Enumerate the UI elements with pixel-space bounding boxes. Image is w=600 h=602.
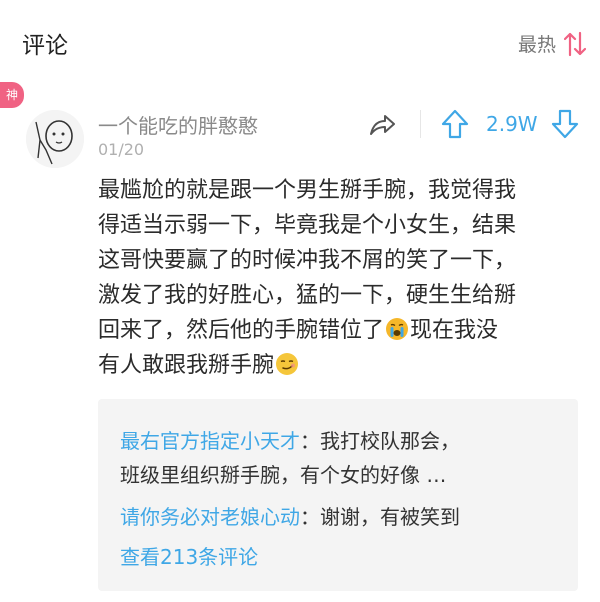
avatar-drawing-icon: [26, 110, 84, 168]
reply-item-continuation: 班级里组织掰手腕，有个女的好像 …: [120, 463, 447, 487]
replies-preview[interactable]: 最右官方指定小天才：我打校队那会， 班级里组织掰手腕，有个女的好像 … 请你务必…: [98, 399, 578, 591]
page-title: 评论: [22, 33, 68, 59]
crying-emoji-icon: [386, 318, 409, 340]
sort-label: 最热: [517, 34, 556, 56]
comment-line: 回来了，然后他的手腕错位了 现在我没: [98, 313, 588, 348]
sort-arrows-icon: [564, 31, 586, 56]
comment-line: 这哥快要赢了的时候冲我不屑的笑了一下，: [98, 248, 517, 273]
comment-line: 有人敢跟我掰手腕: [98, 348, 588, 383]
comment-line: 激发了我的好胜心，猛的一下，硬生生给掰: [98, 283, 517, 308]
reply-author[interactable]: 请你务必对老娘心动: [120, 505, 300, 529]
reply-separator: ：: [300, 505, 320, 529]
reply-separator: ：: [300, 429, 320, 453]
downvote-icon[interactable]: [550, 108, 580, 140]
vote-count: 2.9W: [486, 112, 538, 136]
avatar[interactable]: [26, 110, 84, 168]
comment-segment: 回来了，然后他的手腕错位了: [98, 318, 385, 343]
reply-text: 谢谢，有被笑到: [320, 505, 460, 529]
god-comment-badge: 神: [0, 82, 24, 108]
upvote-icon[interactable]: [440, 108, 470, 140]
reply-text: 我打校队那会，: [320, 429, 460, 453]
username[interactable]: 一个能吃的胖憨憨: [98, 110, 258, 139]
action-divider: [420, 110, 421, 138]
smirk-emoji-icon: [276, 353, 299, 375]
comment-line: 得适当示弱一下，毕竟我是个小女生，结果: [98, 213, 517, 238]
reply-item[interactable]: 最右官方指定小天才：我打校队那会，: [120, 425, 460, 454]
comment-segment: 有人敢跟我掰手腕: [98, 353, 275, 378]
view-more-replies-link[interactable]: 查看213条评论: [120, 541, 258, 570]
reply-author[interactable]: 最右官方指定小天才: [120, 429, 300, 453]
comment-line: 最尴尬的就是跟一个男生掰手腕，我觉得我: [98, 178, 517, 203]
share-icon[interactable]: [367, 110, 397, 140]
comment-text: 最尴尬的就是跟一个男生掰手腕，我觉得我 得适当示弱一下，毕竟我是个小女生，结果 …: [98, 173, 588, 383]
reply-item[interactable]: 请你务必对老娘心动：谢谢，有被笑到: [120, 501, 460, 530]
sort-toggle[interactable]: 最热: [518, 30, 586, 57]
comment-segment: 现在我没: [410, 318, 499, 343]
comment-date: 01/20: [98, 140, 145, 159]
comments-header: 评论 最热: [0, 0, 600, 90]
